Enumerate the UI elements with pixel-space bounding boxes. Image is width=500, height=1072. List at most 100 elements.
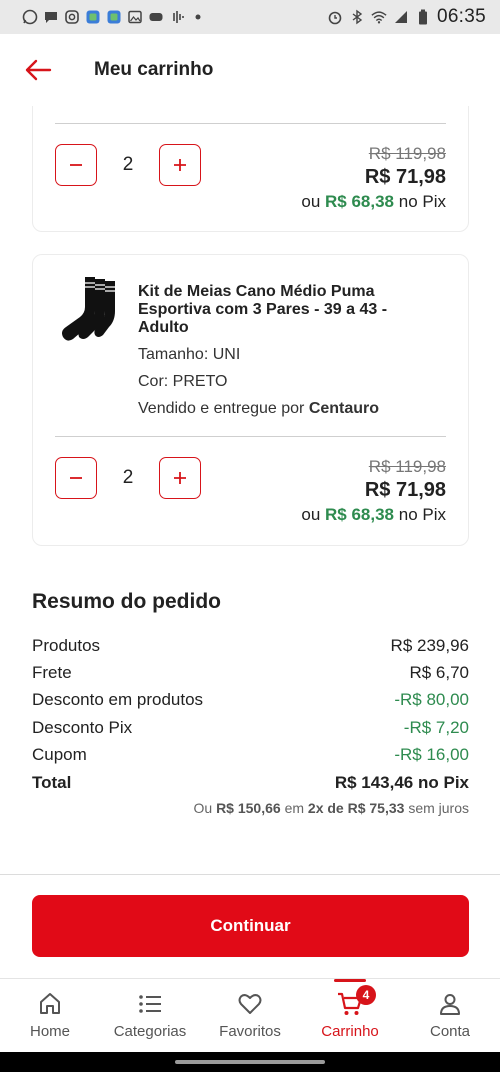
plus-icon xyxy=(174,472,186,484)
app-icon xyxy=(85,9,101,25)
summary-value: R$ 6,70 xyxy=(409,663,469,682)
seller-prefix: Vendido e entregue por xyxy=(138,400,305,417)
status-bar: 06:35 xyxy=(0,0,500,34)
dot-icon xyxy=(190,9,206,25)
sale-price: R$ 71,98 xyxy=(364,479,446,501)
user-icon xyxy=(440,994,460,1015)
minus-icon xyxy=(70,164,82,166)
signal-icon xyxy=(393,9,409,25)
product-color: Cor: PRETO xyxy=(138,373,228,390)
summary-value: R$ 239,96 xyxy=(390,636,469,655)
image-icon xyxy=(127,9,143,25)
summary-value: -R$ 80,00 xyxy=(394,690,469,709)
arrow-left-icon xyxy=(25,59,52,81)
increase-quantity-button[interactable] xyxy=(159,457,201,499)
summary-row-coupon: Cupom -R$ 16,00 xyxy=(32,745,469,765)
sale-price: R$ 71,98 xyxy=(364,166,446,188)
pix-price: R$ 68,38 xyxy=(325,192,395,211)
decrease-quantity-button[interactable] xyxy=(55,457,97,499)
bluetooth-icon xyxy=(349,9,365,25)
summary-row-total: Total R$ 143,46 no Pix xyxy=(32,773,469,793)
product-seller: Vendido e entregue por Centauro xyxy=(138,400,438,418)
home-gesture-handle[interactable] xyxy=(175,1060,325,1064)
divider xyxy=(55,436,446,437)
total-value: R$ 143,46 no Pix xyxy=(334,773,469,792)
installment-mid: em xyxy=(284,800,305,816)
summary-label: Desconto Pix xyxy=(32,718,133,737)
seller-name: Centauro xyxy=(308,400,380,417)
price-block: R$ 119,98 R$ 71,98 ou R$ 68,38 no Pix xyxy=(301,144,446,212)
quantity-value: 2 xyxy=(122,467,134,488)
pix-suffix: no Pix xyxy=(398,505,446,524)
product-name[interactable]: Kit de Meias Cano Médio Puma Esportiva c… xyxy=(138,283,438,337)
installment-plan: 2x de R$ 75,33 xyxy=(307,800,405,816)
tab-carrinho[interactable]: 4 Carrinho xyxy=(300,979,400,1052)
summary-label: Frete xyxy=(32,663,72,682)
tab-label: Categorias xyxy=(113,1023,187,1040)
tab-label: Home xyxy=(29,1023,70,1040)
battery-icon xyxy=(415,9,431,25)
chat-icon xyxy=(43,9,59,25)
installment-prefix: Ou xyxy=(193,800,213,816)
tab-favoritos[interactable]: Favoritos xyxy=(200,979,300,1052)
continue-button[interactable]: Continuar xyxy=(32,895,469,957)
summary-row-products: Produtos R$ 239,96 xyxy=(32,636,469,656)
tab-home[interactable]: Home xyxy=(0,979,100,1052)
system-navigation-bar xyxy=(0,1052,500,1072)
tab-label: Carrinho xyxy=(321,1023,379,1040)
tab-conta[interactable]: Conta xyxy=(400,979,500,1052)
tab-categorias[interactable]: Categorias xyxy=(100,979,200,1052)
quantity-value: 2 xyxy=(122,154,134,175)
summary-value: -R$ 7,20 xyxy=(403,718,469,737)
summary-label: Cupom xyxy=(32,745,87,764)
app-header: Meu carrinho xyxy=(0,34,500,106)
pix-prefix: ou xyxy=(301,505,321,524)
installment-info: Ou R$ 150,66 em 2x de R$ 75,33 sem juros xyxy=(193,800,469,816)
game-icon xyxy=(148,9,164,25)
increase-quantity-button[interactable] xyxy=(159,144,201,186)
summary-label: Produtos xyxy=(32,636,101,655)
cart-count-badge: 4 xyxy=(356,985,376,1005)
socks-image xyxy=(62,277,115,341)
summary-title: Resumo do pedido xyxy=(32,590,221,613)
price-block: R$ 119,98 R$ 71,98 ou R$ 68,38 no Pix xyxy=(301,457,446,525)
audio-icon xyxy=(169,9,185,25)
pix-suffix: no Pix xyxy=(398,192,446,211)
pix-price-line: ou R$ 68,38 no Pix xyxy=(301,505,446,525)
notification-icons xyxy=(22,9,206,25)
plus-icon xyxy=(174,159,186,171)
heart-icon xyxy=(238,994,262,1014)
minus-icon xyxy=(70,477,82,479)
product-image[interactable] xyxy=(55,273,121,343)
active-tab-indicator xyxy=(334,979,366,982)
pix-prefix: ou xyxy=(301,192,321,211)
alarm-icon xyxy=(327,9,343,25)
installment-amount: R$ 150,66 xyxy=(216,800,281,816)
pix-price: R$ 68,38 xyxy=(325,505,395,524)
cart-item-card: 2 R$ 119,98 R$ 71,98 ou R$ 68,38 no Pix xyxy=(32,106,469,232)
summary-label: Desconto em produtos xyxy=(32,690,204,709)
installment-suffix: sem juros xyxy=(408,800,469,816)
home-icon xyxy=(40,993,60,1014)
divider xyxy=(55,123,446,124)
quantity-stepper: 2 xyxy=(55,457,201,499)
quantity-stepper: 2 xyxy=(55,144,201,186)
original-price: R$ 119,98 xyxy=(368,457,446,476)
app-icon xyxy=(106,9,122,25)
summary-row-pix-discount: Desconto Pix -R$ 7,20 xyxy=(32,718,469,738)
instagram-icon xyxy=(64,9,80,25)
original-price: R$ 119,98 xyxy=(368,144,446,163)
wifi-icon xyxy=(371,9,387,25)
back-button[interactable] xyxy=(14,46,62,94)
tab-label: Conta xyxy=(429,1023,471,1040)
whatsapp-icon xyxy=(22,9,38,25)
product-info: Kit de Meias Cano Médio Puma Esportiva c… xyxy=(138,283,438,418)
cart-scroll-area[interactable]: 2 R$ 119,98 R$ 71,98 ou R$ 68,38 no Pix xyxy=(0,106,500,876)
summary-row-product-discount: Desconto em produtos -R$ 80,00 xyxy=(32,690,469,710)
summary-value: -R$ 16,00 xyxy=(394,745,469,764)
page-title: Meu carrinho xyxy=(94,59,214,80)
total-label: Total xyxy=(32,773,72,792)
summary-row-shipping: Frete R$ 6,70 xyxy=(32,663,469,683)
decrease-quantity-button[interactable] xyxy=(55,144,97,186)
pix-price-line: ou R$ 68,38 no Pix xyxy=(301,192,446,212)
